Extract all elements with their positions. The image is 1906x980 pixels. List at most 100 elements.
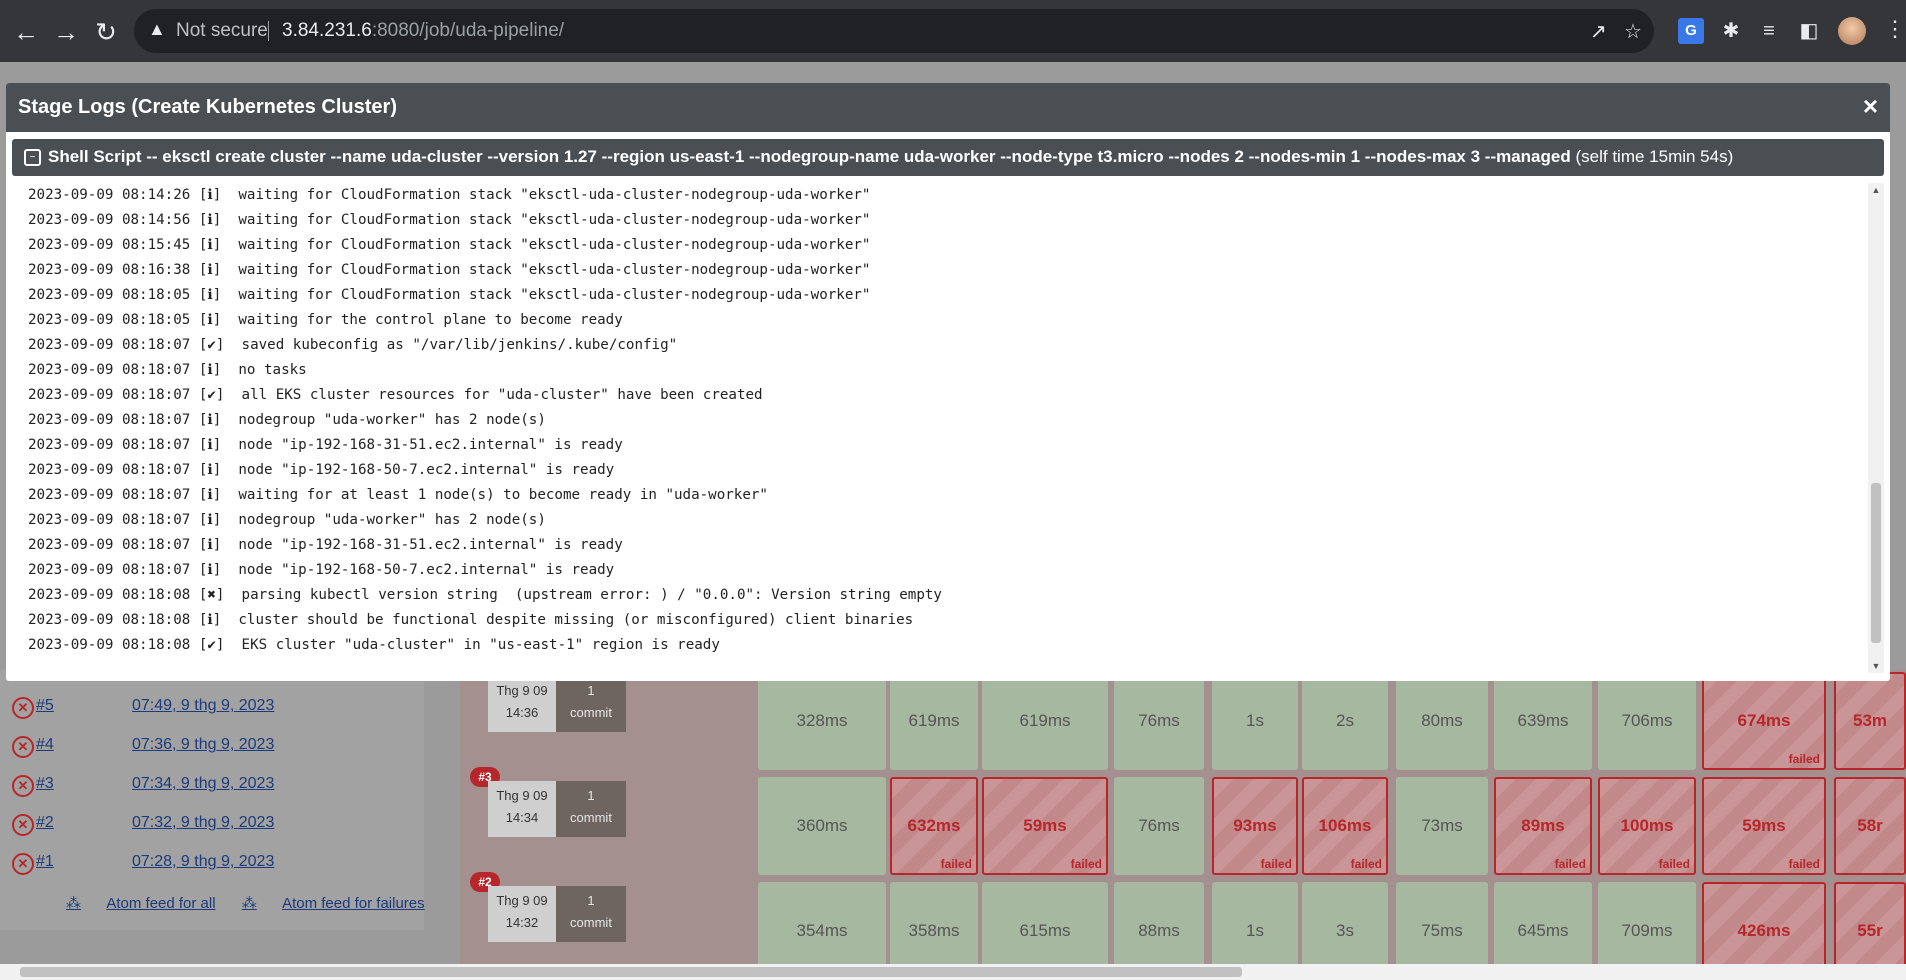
stage-duration: 709ms: [1621, 921, 1673, 940]
stage-cell[interactable]: 2s: [1302, 672, 1388, 770]
stage-cell[interactable]: 73ms: [1396, 777, 1488, 875]
failed-label: failed: [1788, 857, 1820, 871]
build-date-text: Thg 9 09: [496, 788, 548, 803]
collapse-icon[interactable]: −: [24, 149, 41, 166]
stage-cell[interactable]: 1s: [1212, 672, 1298, 770]
commit-count[interactable]: 1 commit: [556, 886, 626, 942]
build-number-link[interactable]: #4: [36, 736, 54, 754]
build-number-link[interactable]: #1: [36, 853, 54, 871]
log-line: 2023-09-09 08:14:26 [ℹ] waiting for Clou…: [28, 187, 871, 203]
address-separator: [268, 21, 269, 41]
build-number-link[interactable]: #5: [36, 697, 54, 715]
log-line: 2023-09-09 08:18:07 [ℹ] node "ip-192-168…: [28, 462, 615, 478]
build-date-link[interactable]: 07:32, 9 thg 9, 2023: [132, 814, 274, 832]
warning-icon: ▲: [148, 19, 166, 39]
browser-menu-icon[interactable]: ⋮: [1884, 16, 1906, 42]
stage-duration: 1s: [1246, 921, 1264, 940]
scroll-thumb[interactable]: [1871, 483, 1881, 643]
stage-duration: 100ms: [1620, 816, 1674, 835]
stage-cell[interactable]: 93ms failed: [1212, 777, 1298, 875]
stage-cell[interactable]: 106ms failed: [1302, 777, 1388, 875]
stage-cell[interactable]: 89ms failed: [1494, 777, 1592, 875]
build-date-link[interactable]: 07:49, 9 thg 9, 2023: [132, 697, 274, 715]
browser-toolbar: ← → ↻ ▲ Not secure 3.84.231.6:8080/job/u…: [0, 0, 1906, 62]
share-icon[interactable]: ↗: [1590, 19, 1607, 44]
page-horizontal-scrollbar[interactable]: [0, 964, 1906, 980]
step-header[interactable]: − Shell Script -- eksctl create cluster …: [12, 139, 1884, 176]
stage-cell[interactable]: 328ms: [758, 672, 886, 770]
log-scrollbar[interactable]: ▲ ▼: [1868, 183, 1884, 673]
log-line: 2023-09-09 08:18:07 [ℹ] node "ip-192-168…: [28, 537, 623, 553]
log-line: 2023-09-09 08:18:08 [✔] EKS cluster "uda…: [28, 637, 720, 653]
stage-cell[interactable]: 706ms: [1598, 672, 1696, 770]
build-number-link[interactable]: #3: [36, 775, 54, 793]
commit-label: commit: [570, 915, 612, 930]
stage-cell[interactable]: 360ms: [758, 777, 886, 875]
log-line: 2023-09-09 08:14:56 [ℹ] waiting for Clou…: [28, 212, 871, 228]
url-host: 3.84.231.6: [282, 20, 372, 41]
stage-cell[interactable]: 53m: [1834, 672, 1906, 770]
stage-duration: 1s: [1246, 711, 1264, 730]
address-bar[interactable]: ▲ Not secure 3.84.231.6:8080/job/uda-pip…: [134, 9, 1654, 53]
build-date-link[interactable]: 07:36, 9 thg 9, 2023: [132, 736, 274, 754]
stage-duration: 73ms: [1421, 816, 1463, 835]
build-number-link[interactable]: #2: [36, 814, 54, 832]
log-line: 2023-09-09 08:18:07 [✔] all EKS cluster …: [28, 387, 763, 403]
url-text[interactable]: 3.84.231.6:8080/job/uda-pipeline/: [282, 20, 564, 42]
build-history-row[interactable]: ✕ #4 07:36, 9 thg 9, 2023: [0, 729, 424, 767]
failed-label: failed: [1788, 752, 1820, 766]
commit-count[interactable]: 1 commit: [556, 676, 626, 732]
stage-cell[interactable]: 76ms: [1114, 777, 1204, 875]
scroll-up-icon[interactable]: ▲: [1868, 185, 1884, 195]
stage-cell[interactable]: 674ms failed: [1702, 672, 1826, 770]
stage-cell[interactable]: 619ms: [982, 672, 1108, 770]
stage-duration: 615ms: [1019, 921, 1071, 940]
close-icon[interactable]: ×: [1863, 93, 1878, 119]
stage-cell[interactable]: 100ms failed: [1598, 777, 1696, 875]
stage-duration: 328ms: [796, 711, 848, 730]
log-line: 2023-09-09 08:18:07 [ℹ] no tasks: [28, 362, 307, 378]
scroll-down-icon[interactable]: ▼: [1868, 661, 1884, 671]
stage-cell[interactable]: 59ms failed: [1702, 777, 1826, 875]
atom-feed-failures-link[interactable]: Atom feed for failures: [282, 895, 425, 912]
forward-icon[interactable]: →: [48, 14, 84, 50]
stage-logs-modal: Stage Logs (Create Kubernetes Cluster) ×…: [6, 83, 1890, 681]
profile-avatar[interactable]: [1838, 17, 1866, 45]
build-history-row[interactable]: ✕ #2 07:32, 9 thg 9, 2023: [0, 807, 424, 845]
stage-cell[interactable]: 76ms: [1114, 672, 1204, 770]
build-label[interactable]: Thg 9 09 14:34 1 commit: [488, 781, 626, 837]
stage-duration: 645ms: [1517, 921, 1569, 940]
stage-cell[interactable]: 619ms: [890, 672, 978, 770]
build-date-link[interactable]: 07:34, 9 thg 9, 2023: [132, 775, 274, 793]
stage-cell[interactable]: 58r: [1834, 777, 1906, 875]
stage-duration: 674ms: [1737, 711, 1791, 730]
reload-icon[interactable]: ↻: [88, 14, 124, 50]
atom-feed-all-link[interactable]: Atom feed for all: [106, 895, 215, 912]
reading-list-icon[interactable]: ≡: [1756, 18, 1782, 44]
stage-duration: 88ms: [1138, 921, 1180, 940]
build-label[interactable]: Thg 9 09 14:36 1 commit: [488, 676, 626, 732]
failed-label: failed: [1070, 857, 1102, 871]
build-date-link[interactable]: 07:28, 9 thg 9, 2023: [132, 853, 274, 871]
horizontal-scroll-thumb[interactable]: [20, 967, 1242, 977]
build-history-row[interactable]: ✕ #1 07:28, 9 thg 9, 2023: [0, 846, 424, 884]
stage-cell[interactable]: 80ms: [1396, 672, 1488, 770]
stage-duration: 76ms: [1138, 816, 1180, 835]
extensions-icon[interactable]: ✱: [1718, 18, 1744, 44]
translate-icon[interactable]: G: [1678, 18, 1704, 44]
build-time-text: 14:36: [505, 705, 539, 720]
back-icon[interactable]: ←: [8, 14, 44, 50]
stage-cell[interactable]: 639ms: [1494, 672, 1592, 770]
stage-duration: 619ms: [908, 711, 960, 730]
build-history-row[interactable]: ✕ #3 07:34, 9 thg 9, 2023: [0, 768, 424, 806]
stage-cell[interactable]: 632ms failed: [890, 777, 978, 875]
bookmark-star-icon[interactable]: ☆: [1624, 19, 1642, 44]
build-label[interactable]: Thg 9 09 14:32 1 commit: [488, 886, 626, 942]
failed-label: failed: [1350, 857, 1382, 871]
side-panel-icon[interactable]: ◧: [1796, 18, 1822, 44]
build-date: Thg 9 09 14:34: [488, 781, 556, 837]
console-log[interactable]: 2023-09-09 08:14:26 [ℹ] waiting for Clou…: [12, 183, 1864, 673]
stage-cell[interactable]: 59ms failed: [982, 777, 1108, 875]
commit-count[interactable]: 1 commit: [556, 781, 626, 837]
build-history-row[interactable]: ✕ #5 07:49, 9 thg 9, 2023: [0, 690, 424, 728]
